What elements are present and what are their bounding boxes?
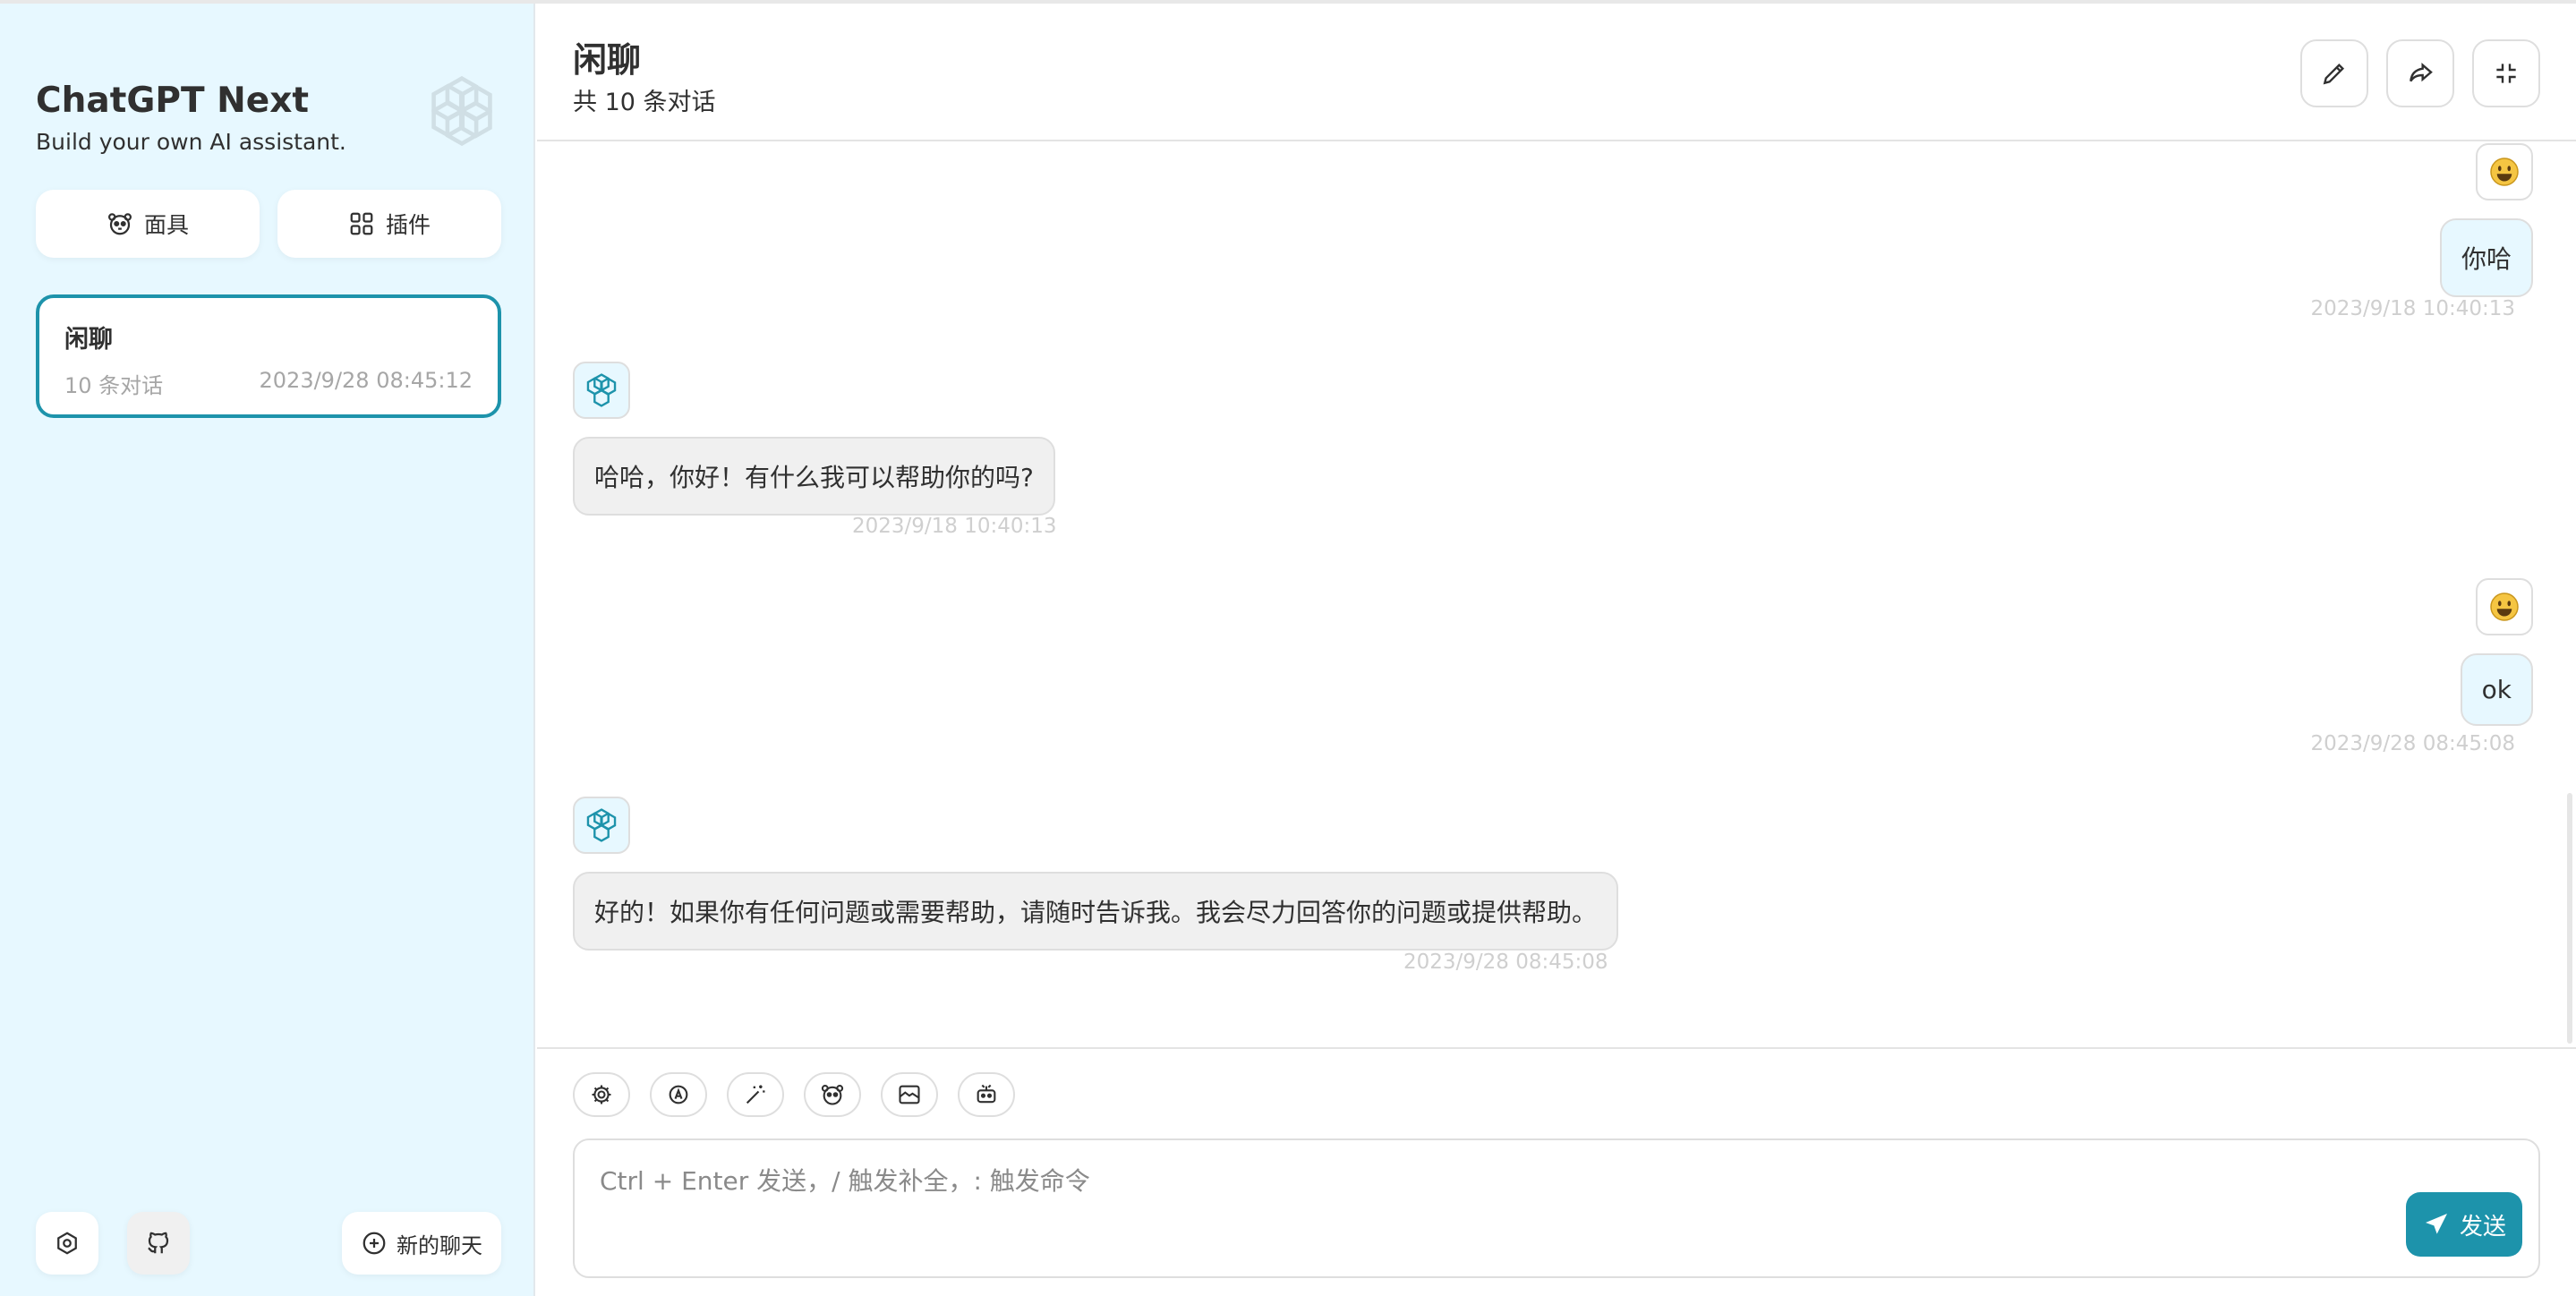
assistant-avatar xyxy=(573,797,630,854)
assistant-message-bubble: 哈哈，你好！有什么我可以帮助你的吗? xyxy=(573,437,1055,516)
app-subtitle: Build your own AI assistant. xyxy=(36,129,346,155)
chat-item-title: 闲聊 xyxy=(64,326,113,354)
robot-icon xyxy=(977,1084,996,1104)
chat-item-count: 10 条对话 xyxy=(64,373,164,398)
composer: 发送 xyxy=(537,1047,2576,1296)
edit-icon xyxy=(2323,63,2345,85)
chat-header: 闲聊 共 10 条对话 xyxy=(537,4,2576,141)
image-icon xyxy=(899,1085,920,1104)
user-avatar xyxy=(2476,578,2533,635)
magic-prompt-icon xyxy=(746,1085,765,1104)
smiley-face-icon xyxy=(2490,158,2519,186)
model-select-button[interactable] xyxy=(958,1072,1015,1117)
message-timestamp: 2023/9/28 08:45:08 xyxy=(2310,732,2515,755)
masks-tool-button[interactable] xyxy=(804,1072,861,1117)
chat-list-item[interactable]: 闲聊 10 条对话 2023/9/28 08:45:12 xyxy=(36,294,501,418)
export-button[interactable] xyxy=(2386,39,2454,107)
clear-context-button[interactable] xyxy=(881,1072,938,1117)
chat-title[interactable]: 闲聊 xyxy=(573,32,641,81)
fullscreen-toggle-button[interactable] xyxy=(2472,39,2540,107)
openai-logo-icon xyxy=(431,75,492,147)
messages-scrollbar[interactable] xyxy=(2567,793,2572,1044)
assistant-avatar xyxy=(573,362,630,419)
grid-icon xyxy=(350,212,373,235)
message-input[interactable] xyxy=(573,1138,2540,1278)
theme-toggle-button[interactable] xyxy=(650,1072,707,1117)
auto-theme-icon xyxy=(669,1085,688,1104)
plugins-button-label: 插件 xyxy=(385,212,431,238)
prompt-hints-button[interactable] xyxy=(727,1072,784,1117)
sidebar: ChatGPT Next Build your own AI assistant… xyxy=(0,4,535,1296)
add-icon xyxy=(363,1232,386,1255)
openai-logo-icon xyxy=(586,373,617,407)
plugins-button[interactable]: 插件 xyxy=(277,190,501,258)
rename-button[interactable] xyxy=(2300,39,2368,107)
github-icon xyxy=(148,1232,169,1254)
settings-button[interactable] xyxy=(36,1212,98,1275)
message-timestamp: 2023/9/18 10:40:13 xyxy=(852,515,1057,538)
user-message-bubble: ok xyxy=(2460,653,2533,726)
settings-icon xyxy=(57,1232,77,1255)
message-timestamp: 2023/9/28 08:45:08 xyxy=(1403,951,1608,974)
app-title: ChatGPT Next xyxy=(36,81,310,121)
settings-icon xyxy=(592,1085,611,1104)
collapse-icon xyxy=(2496,64,2516,83)
share-icon xyxy=(2410,63,2433,82)
new-chat-label: 新的聊天 xyxy=(397,1232,482,1258)
mask-icon xyxy=(107,213,132,235)
message-list: 你哈 2023/9/18 10:40:13 哈哈，你好！有什么我可以帮助你的吗?… xyxy=(537,143,2576,1047)
mask-icon xyxy=(821,1085,844,1105)
user-message-bubble: 你哈 xyxy=(2439,218,2533,297)
user-avatar xyxy=(2476,143,2533,200)
assistant-message-bubble: 好的！如果你有任何问题或需要帮助，请随时告诉我。我会尽力回答你的问题或提供帮助。 xyxy=(573,872,1619,951)
chat-main: 闲聊 共 10 条对话 你哈 2023/9/18 10:40:13 哈哈，你好！… xyxy=(537,4,2576,1296)
new-chat-button[interactable]: 新的聊天 xyxy=(342,1212,501,1275)
message-timestamp: 2023/9/18 10:40:13 xyxy=(2310,297,2515,320)
openai-logo-icon xyxy=(586,808,617,842)
send-icon xyxy=(2425,1214,2447,1234)
masks-button[interactable]: 面具 xyxy=(36,190,260,258)
chat-item-time: 2023/9/28 08:45:12 xyxy=(259,368,473,393)
send-button-label: 发送 xyxy=(2459,1213,2506,1241)
masks-button-label: 面具 xyxy=(143,212,189,238)
chat-message-count: 共 10 条对话 xyxy=(573,89,716,116)
smiley-face-icon xyxy=(2490,593,2519,621)
chat-settings-button[interactable] xyxy=(573,1072,630,1117)
github-button[interactable] xyxy=(127,1212,190,1275)
send-button[interactable]: 发送 xyxy=(2406,1192,2522,1257)
